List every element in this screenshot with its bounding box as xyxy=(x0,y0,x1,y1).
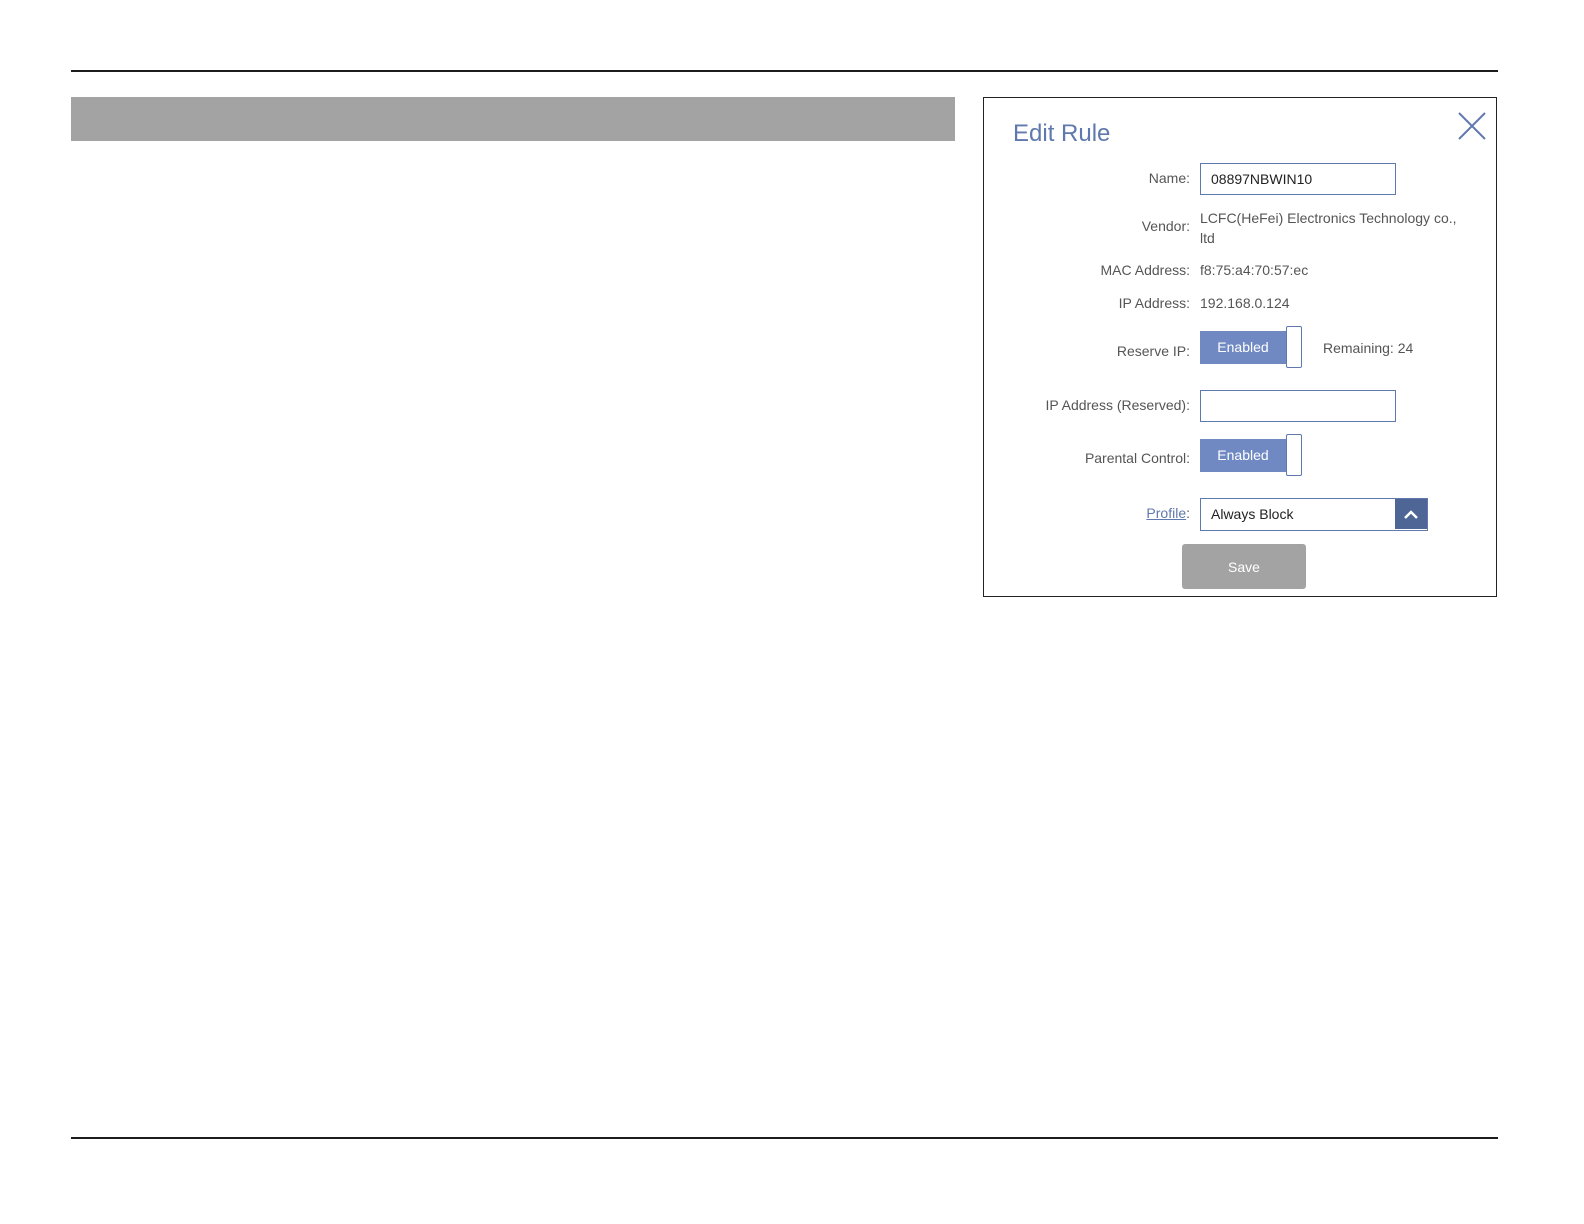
ip-address-label: IP Address: xyxy=(1118,295,1190,311)
parental-control-toggle[interactable]: Enabled xyxy=(1200,434,1304,478)
ip-address-value: 192.168.0.124 xyxy=(1200,295,1290,311)
vendor-value-line1: LCFC(HeFei) Electronics Technology co., xyxy=(1200,210,1457,226)
close-button[interactable] xyxy=(1456,110,1488,142)
vendor-value: LCFC(HeFei) Electronics Technology co., … xyxy=(1200,208,1457,248)
bottom-divider xyxy=(71,1137,1498,1139)
edit-rule-dialog: Edit Rule Name: Vendor: LCFC(HeFei) Elec… xyxy=(983,97,1497,597)
parental-control-label: Parental Control: xyxy=(1084,450,1190,466)
dialog-title: Edit Rule xyxy=(1013,120,1111,147)
vendor-label: Vendor: xyxy=(1141,218,1190,234)
chevron-up-icon xyxy=(1404,510,1418,519)
profile-select-value: Always Block xyxy=(1211,506,1294,522)
reserve-ip-label: Reserve IP: xyxy=(1116,343,1190,359)
profile-select-toggle[interactable] xyxy=(1395,499,1427,529)
save-button[interactable]: Save xyxy=(1182,544,1306,589)
top-divider xyxy=(71,70,1498,72)
profile-select[interactable]: Always Block xyxy=(1200,498,1428,531)
name-input[interactable] xyxy=(1200,163,1396,195)
profile-label: Profile: xyxy=(1146,505,1190,521)
profile-label-colon: : xyxy=(1186,505,1190,521)
name-label: Name: xyxy=(1148,170,1190,186)
reserve-ip-toggle[interactable]: Enabled xyxy=(1200,326,1304,370)
reserve-ip-toggle-knob[interactable] xyxy=(1286,326,1302,368)
parental-control-toggle-state: Enabled xyxy=(1200,439,1286,472)
section-header-bar xyxy=(71,97,955,141)
profile-link[interactable]: Profile xyxy=(1146,505,1186,521)
remaining-count: Remaining: 24 xyxy=(1323,340,1414,356)
parental-control-toggle-knob[interactable] xyxy=(1286,434,1302,476)
ip-reserved-label: IP Address (Reserved): xyxy=(1045,397,1190,413)
reserve-ip-toggle-state: Enabled xyxy=(1200,331,1286,364)
ip-reserved-input[interactable] xyxy=(1200,390,1396,422)
close-icon[interactable] xyxy=(1456,110,1488,142)
mac-address-label: MAC Address: xyxy=(1100,262,1190,278)
vendor-value-line2: ltd xyxy=(1200,230,1215,246)
mac-address-value: f8:75:a4:70:57:ec xyxy=(1200,262,1309,278)
